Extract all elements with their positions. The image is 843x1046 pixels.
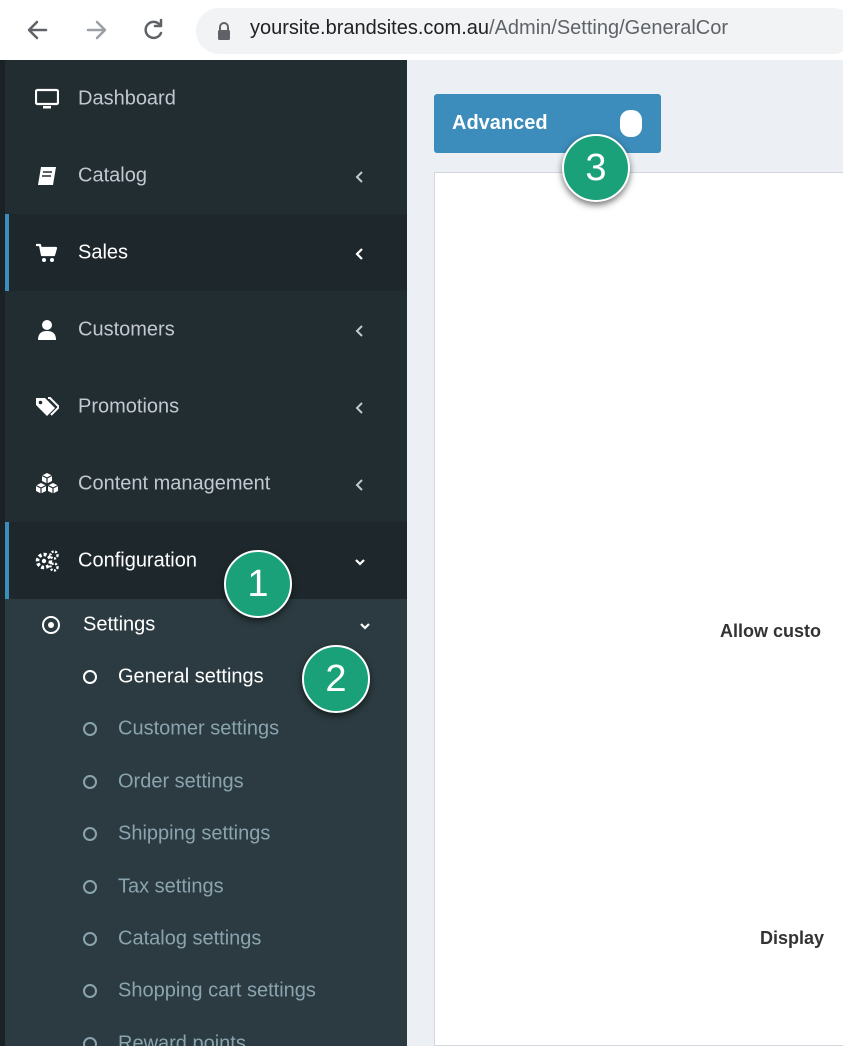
sidebar-subitem-shopping-cart-settings[interactable]: Shopping cart settings: [5, 965, 407, 1017]
tags-icon: [35, 395, 61, 419]
sidebar-item-label: Configuration: [78, 549, 197, 571]
circle-icon: [83, 670, 97, 684]
chevron-left-icon: [353, 399, 367, 415]
user-icon: [35, 318, 59, 342]
subitem-label: Reward points: [118, 1032, 246, 1046]
step-badge-1: 1: [224, 550, 292, 618]
sidebar-item-promotions[interactable]: Promotions: [5, 368, 407, 445]
sidebar-item-dashboard[interactable]: Dashboard: [5, 60, 407, 137]
lock-icon[interactable]: [216, 21, 232, 41]
advanced-toggle-button[interactable]: Advanced: [434, 94, 661, 153]
chevron-left-icon: [353, 168, 367, 184]
sidebar-item-label: Content management: [78, 472, 271, 494]
dot-circle-icon: [42, 616, 60, 634]
reload-icon[interactable]: [138, 14, 168, 46]
chevron-down-icon: [358, 617, 372, 633]
toggle-knob[interactable]: [620, 110, 642, 137]
subitem-label: Shopping cart settings: [118, 979, 316, 1002]
chevron-left-icon: [353, 245, 367, 261]
advanced-label: Advanced: [452, 112, 548, 134]
subitem-label: General settings: [118, 665, 264, 688]
field-label-allow-customers: Allow custo: [720, 621, 822, 641]
sidebar-subitem-order-settings[interactable]: Order settings: [5, 756, 407, 808]
subitem-label: Customer settings: [118, 717, 280, 740]
sidebar-item-configuration[interactable]: Configuration: [5, 522, 407, 599]
url-host: yoursite.brandsites.com.au: [250, 17, 490, 39]
sidebar-item-label: Catalog: [78, 164, 147, 186]
sidebar-item-label: Sales: [78, 241, 129, 263]
sidebar-item-catalog[interactable]: Catalog: [5, 137, 407, 214]
step-badge-3: 3: [562, 134, 630, 202]
sidebar-subitem-tax-settings[interactable]: Tax settings: [5, 861, 407, 913]
circle-icon: [83, 984, 97, 998]
subitem-label: Catalog settings: [118, 927, 262, 950]
chevron-left-icon: [353, 322, 367, 338]
url-text[interactable]: yoursite.brandsites.com.au/Admin/Setting…: [250, 17, 728, 40]
settings-card: [434, 172, 843, 1046]
field-label-display: Display: [760, 928, 825, 948]
monitor-icon: [34, 87, 60, 111]
sidebar-subitem-reward-points[interactable]: Reward points: [5, 1018, 407, 1046]
sidebar-item-label: Promotions: [78, 395, 180, 417]
cubes-icon: [35, 472, 59, 496]
sidebar-item-sales[interactable]: Sales: [5, 214, 407, 291]
sidebar: Dashboard Catalog Sales Customers Promot…: [5, 60, 407, 1046]
sidebar-item-label: Customers: [78, 318, 175, 340]
subitem-label: Shipping settings: [118, 822, 271, 845]
settings-label: Settings: [83, 613, 156, 636]
sidebar-item-content-management[interactable]: Content management: [5, 445, 407, 522]
chevron-down-icon: [353, 553, 367, 569]
chevron-left-icon: [353, 476, 367, 492]
sidebar-item-customers[interactable]: Customers: [5, 291, 407, 368]
subitem-label: Order settings: [118, 770, 244, 793]
subitem-label: Tax settings: [118, 875, 224, 898]
gears-icon: [35, 549, 59, 573]
circle-icon: [83, 722, 97, 736]
circle-icon: [83, 775, 97, 789]
forward-arrow-icon[interactable]: [82, 14, 112, 46]
circle-icon: [83, 932, 97, 946]
circle-icon: [83, 827, 97, 841]
url-path: /Admin/Setting/GeneralCor: [489, 17, 729, 39]
sidebar-item-settings[interactable]: Settings: [5, 599, 407, 651]
sidebar-subitem-catalog-settings[interactable]: Catalog settings: [5, 913, 407, 965]
circle-icon: [83, 880, 97, 894]
sidebar-subitem-shipping-settings[interactable]: Shipping settings: [5, 808, 407, 860]
sidebar-item-label: Dashboard: [78, 87, 176, 109]
cart-icon: [35, 241, 59, 265]
step-badge-2: 2: [302, 645, 370, 713]
circle-icon: [83, 1037, 97, 1046]
book-icon: [35, 164, 59, 188]
back-arrow-icon[interactable]: [22, 14, 52, 46]
browser-toolbar: yoursite.brandsites.com.au/Admin/Setting…: [0, 0, 843, 60]
